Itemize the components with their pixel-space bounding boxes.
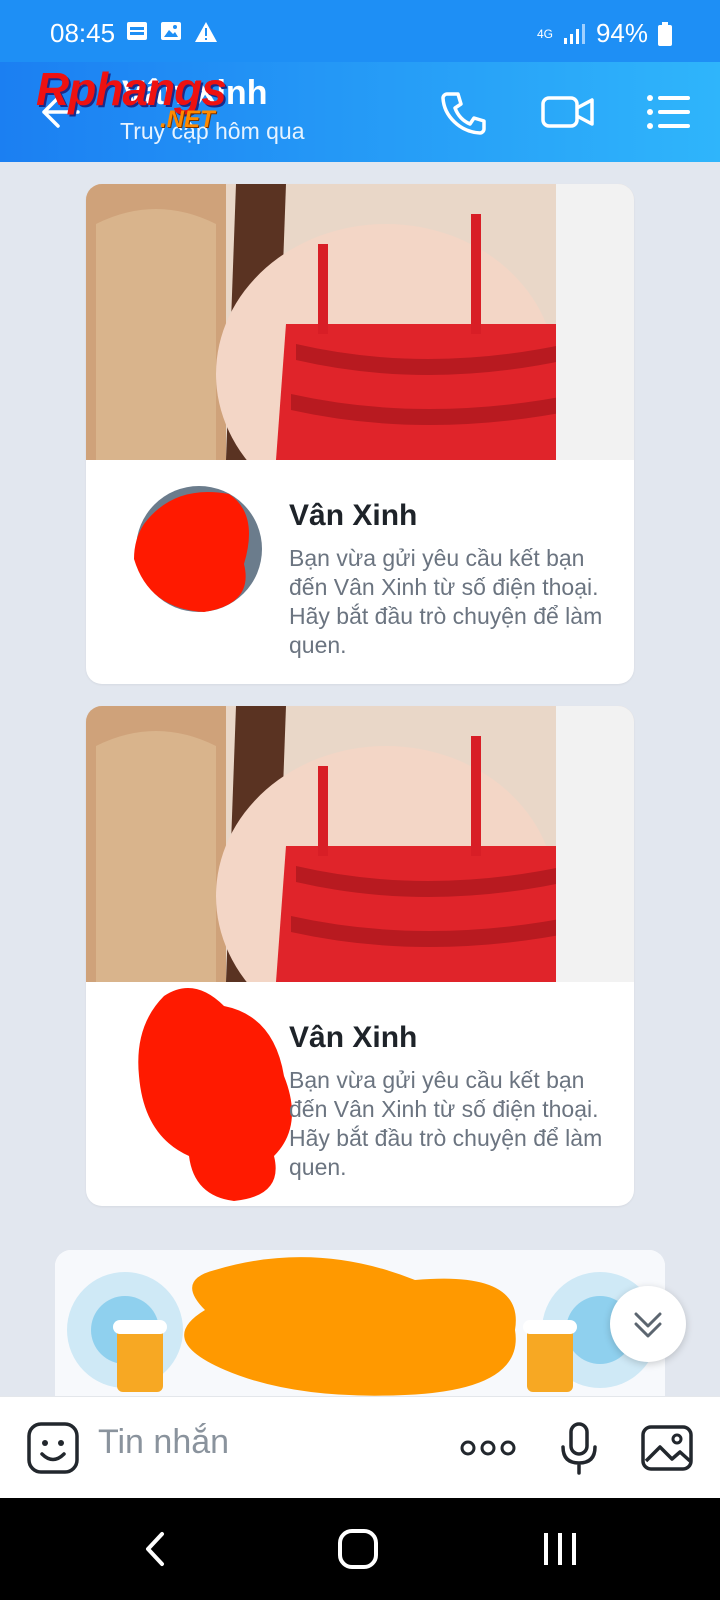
warning-icon bbox=[195, 22, 217, 42]
smiley-icon[interactable] bbox=[26, 1421, 80, 1475]
friend-request-card[interactable]: Vân Xinh Bạn vừa gửi yêu cầu kết bạn đến… bbox=[86, 184, 634, 684]
nav-back-icon[interactable] bbox=[126, 1528, 186, 1570]
profile-cover-photo bbox=[86, 706, 634, 982]
card-contact-name: Vân Xinh bbox=[289, 499, 418, 532]
avatar bbox=[134, 486, 262, 612]
chat-header: Vân Xinh Truy cập hôm qua Rphangs .NET bbox=[0, 62, 720, 162]
status-bar: 08:45 4G 94% bbox=[0, 0, 720, 62]
watermark-logo-sub: .NET bbox=[160, 106, 215, 133]
friend-request-card[interactable]: Vân Xinh Bạn vừa gửi yêu cầu kết bạn đến… bbox=[86, 706, 634, 1206]
video-camera-icon[interactable] bbox=[540, 88, 596, 136]
scroll-down-button[interactable] bbox=[610, 1286, 686, 1362]
battery-icon bbox=[658, 21, 672, 46]
card-description: Bạn vừa gửi yêu cầu kết bạn đến Vân Xinh… bbox=[289, 545, 603, 658]
bank-notification-icon bbox=[127, 22, 147, 40]
microphone-icon[interactable] bbox=[552, 1421, 606, 1475]
notification-icons bbox=[127, 22, 217, 42]
image-icon[interactable] bbox=[640, 1421, 694, 1475]
avatar bbox=[138, 988, 292, 1201]
nav-recents-icon[interactable] bbox=[530, 1528, 590, 1570]
partial-greeting-card[interactable] bbox=[55, 1250, 665, 1400]
greeting-illustration bbox=[55, 1250, 665, 1400]
status-right: 4G 94% bbox=[536, 18, 672, 49]
system-navigation-bar bbox=[0, 1498, 720, 1600]
gallery-notification-icon bbox=[161, 22, 181, 40]
more-dots-icon[interactable] bbox=[458, 1421, 518, 1475]
profile-cover-photo bbox=[86, 184, 634, 460]
network-type: 4G bbox=[536, 26, 553, 41]
double-chevron-down-icon bbox=[634, 1312, 662, 1338]
nav-home-icon[interactable] bbox=[328, 1528, 388, 1570]
card-contact-name: Vân Xinh bbox=[289, 1021, 418, 1054]
list-menu-icon[interactable] bbox=[646, 88, 692, 136]
phone-icon[interactable] bbox=[438, 88, 488, 136]
card-description: Bạn vừa gửi yêu cầu kết bạn đến Vân Xinh… bbox=[289, 1067, 603, 1180]
battery-percent: 94% bbox=[595, 18, 648, 48]
message-input[interactable]: Tin nhắn bbox=[98, 1423, 229, 1462]
status-time: 08:45 bbox=[50, 18, 116, 48]
signal-icon bbox=[563, 23, 585, 44]
message-input-bar: Tin nhắn bbox=[0, 1396, 720, 1498]
